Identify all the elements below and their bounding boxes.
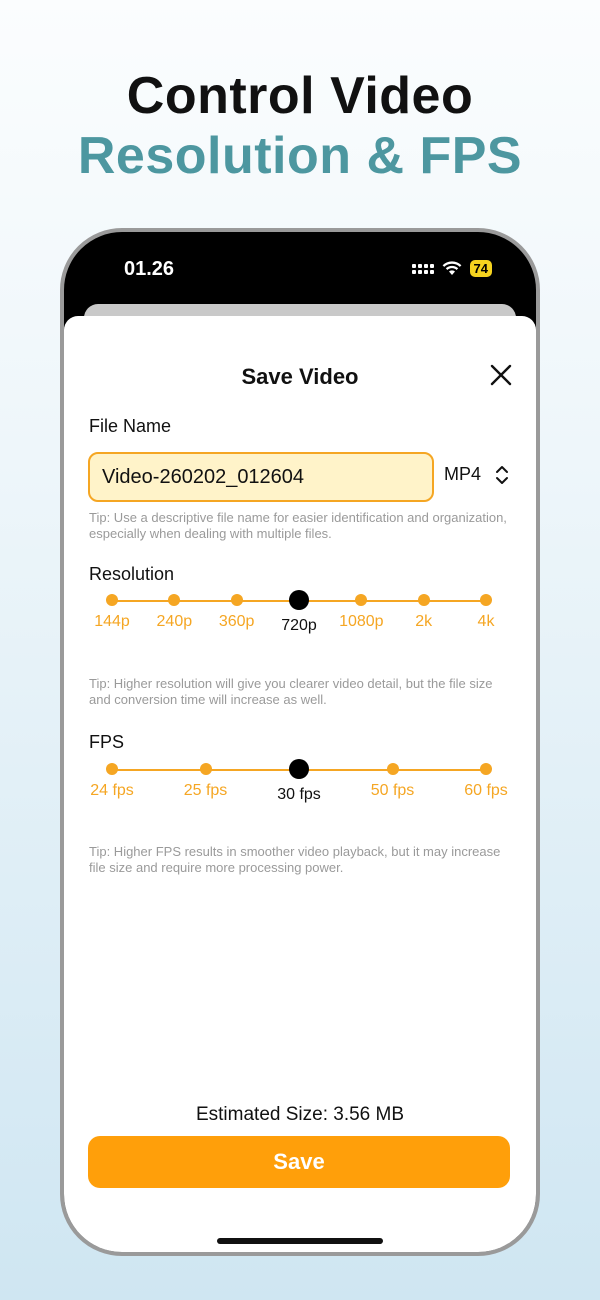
fps-option-label: 50 fps: [370, 782, 415, 799]
save-button[interactable]: Save: [88, 1136, 510, 1188]
headline-line-2: Resolution & FPS: [77, 127, 523, 185]
save-video-sheet: Save Video File Name MP4 Tip: Use a desc…: [64, 316, 536, 1252]
resolution-option-label: 4k: [477, 613, 495, 630]
sheet-title: Save Video: [241, 364, 359, 389]
resolution-label: Resolution: [89, 564, 175, 584]
fps-dot[interactable]: [199, 763, 212, 775]
chevron-up-down-icon: [496, 465, 509, 484]
fps-tip: Tip: Higher FPS results in smoother vide…: [89, 844, 501, 875]
file-name-tip: Tip: Use a descriptive file name for eas…: [89, 510, 507, 541]
headline: Control Video Resolution & FPS: [0, 66, 600, 186]
resolution-option-label: 240p: [156, 613, 193, 630]
home-indicator: [217, 1238, 383, 1244]
resolution-option-label: 360p: [218, 613, 255, 630]
resolution-option-label: 1080p: [339, 613, 384, 630]
estimated-size: Estimated Size: 3.56 MB: [195, 1104, 405, 1125]
fps-option-label: 60 fps: [464, 782, 508, 799]
fps-option-label: 24 fps: [90, 782, 134, 799]
resolution-dot[interactable]: [230, 594, 243, 606]
phone-frame: 01.26 74 Save Video File Name MP4: [60, 228, 540, 1256]
resolution-dot[interactable]: [106, 594, 118, 606]
fps-label: FPS: [89, 732, 125, 752]
fps-option-label: 30 fps: [277, 786, 321, 803]
resolution-dot[interactable]: [289, 590, 309, 610]
format-selector[interactable]: MP4: [444, 464, 509, 485]
resolution-option-label: 2k: [415, 613, 433, 630]
fps-dot[interactable]: [106, 763, 118, 775]
status-icons: 74: [411, 260, 492, 277]
format-value: MP4: [444, 464, 482, 484]
fps-option-label: 25 fps: [183, 782, 228, 799]
resolution-dot[interactable]: [168, 594, 181, 606]
fps-dot[interactable]: [289, 759, 309, 779]
resolution-dot[interactable]: [480, 594, 492, 606]
resolution-dot[interactable]: [355, 594, 368, 606]
resolution-dot[interactable]: [417, 594, 430, 606]
file-name-label: File Name: [89, 416, 172, 436]
wifi-icon: [442, 261, 461, 275]
file-name-input[interactable]: [88, 452, 434, 502]
resolution-tip: Tip: Higher resolution will give you cle…: [89, 676, 493, 707]
resolution-option-label: 720p: [281, 617, 317, 634]
fps-dot[interactable]: [480, 763, 492, 775]
status-time: 01.26: [124, 258, 175, 280]
close-icon[interactable]: [488, 362, 514, 388]
fps-dot[interactable]: [386, 763, 399, 775]
headline-line-1: Control Video: [126, 67, 474, 125]
resolution-option-label: 144p: [94, 613, 130, 630]
battery-indicator: 74: [469, 260, 492, 277]
resolution-slider[interactable]: 144p 240p 360p 720p 1080p 2k 4k: [64, 587, 536, 637]
signal-icon: [411, 263, 434, 274]
fps-slider[interactable]: 24 fps 25 fps 30 fps 50 fps 60 fps: [64, 756, 536, 806]
status-bar: 01.26 74: [64, 232, 536, 302]
